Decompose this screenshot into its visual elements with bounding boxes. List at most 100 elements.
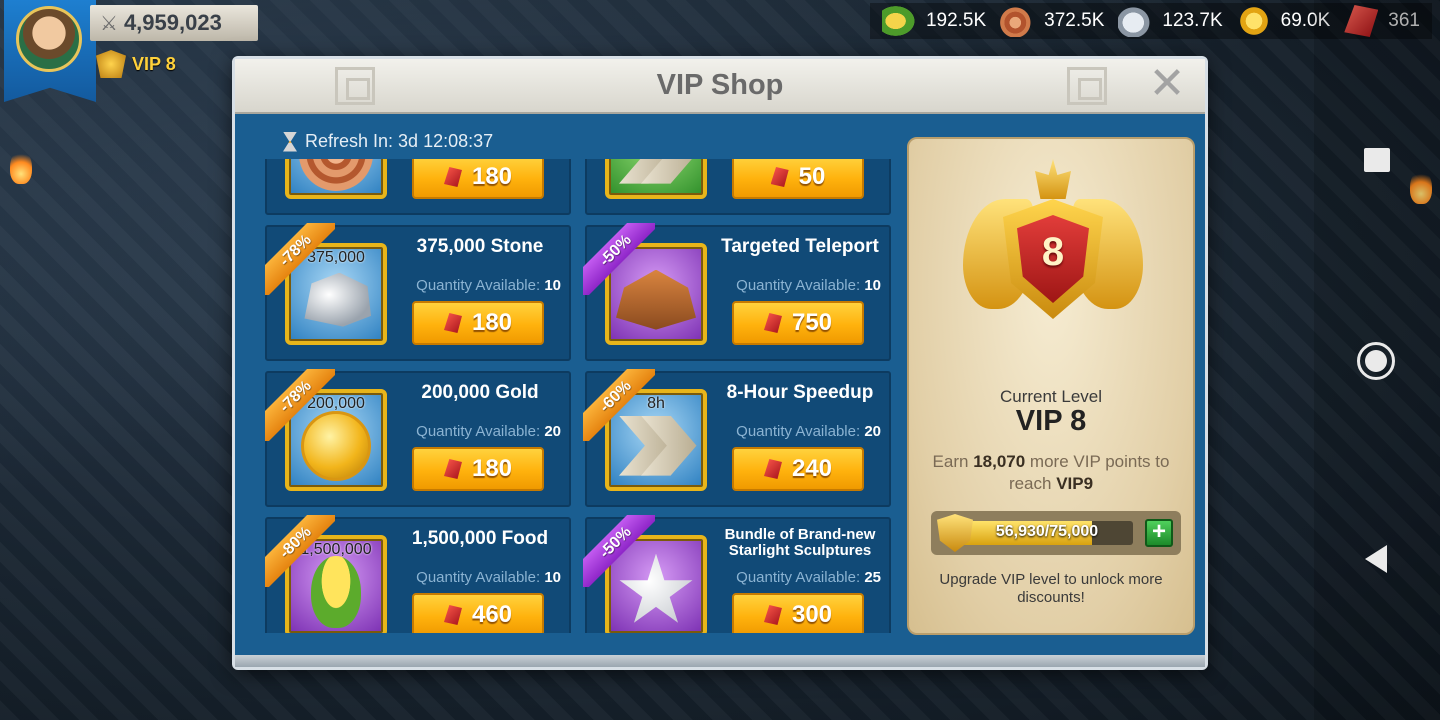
item-price: 180: [471, 163, 513, 190]
buy-button[interactable]: 240: [732, 447, 864, 491]
buy-button[interactable]: 180: [412, 159, 544, 199]
resource-stone[interactable]: 123.7K: [1118, 5, 1223, 37]
item-availability: Quantity Available: 25: [717, 569, 881, 586]
recent-apps-button[interactable]: [1364, 148, 1390, 172]
discount-label: -60%: [583, 369, 655, 441]
vip-progress: 56,930/75,000 +: [931, 511, 1181, 555]
gem-icon: [443, 459, 462, 479]
shop-item-card: 180: [265, 159, 571, 215]
sword-icon: ⚔: [100, 12, 118, 35]
vip-badge[interactable]: VIP 8: [96, 50, 176, 78]
earn-points: 18,070: [973, 452, 1026, 471]
resource-value: 123.7K: [1162, 10, 1223, 31]
vip-upgrade-hint: Upgrade VIP level to unlock more discoun…: [939, 571, 1163, 606]
gem-icon: [763, 313, 782, 333]
refresh-timer: Refresh In: 3d 12:08:37: [283, 131, 493, 152]
item-availability: Quantity Available: 10: [397, 277, 561, 294]
item-price: 460: [471, 601, 513, 628]
vip-progress-bar: 56,930/75,000: [961, 521, 1133, 545]
discount-ribbon: -78%: [265, 369, 335, 441]
vip-shield-icon: [96, 50, 126, 78]
discount-ribbon: -78%: [265, 223, 335, 295]
current-level-label: Current Level: [999, 387, 1103, 406]
shop-item-card: 50: [585, 159, 891, 215]
discount-ribbon: -50%: [583, 223, 655, 295]
shop-item-card: 375,000 -78% 375,000 Stone Quantity Availab…: [265, 223, 571, 361]
torch-fire: [10, 150, 32, 184]
power-value: 4,959,023: [123, 10, 222, 35]
crown-icon: [1035, 159, 1071, 199]
item-thumbnail[interactable]: [285, 159, 387, 199]
item-name: Bundle of Brand-new Starlight Sculptures: [724, 526, 876, 559]
item-availability: Quantity Available: 20: [397, 423, 561, 440]
buy-button[interactable]: 750: [732, 301, 864, 345]
hourglass-icon: [283, 131, 297, 152]
avatar[interactable]: [16, 6, 82, 72]
discount-label: -50%: [583, 223, 655, 295]
shop-item-list[interactable]: 180 50 375,000 -78% 375,000 Stone Quantity Av…: [265, 159, 891, 633]
availability-count: 20: [864, 423, 881, 440]
gem-icon: [443, 605, 462, 625]
vip-panel: 8 Current Level VIP 8 Earn 18,070 more V…: [907, 137, 1195, 635]
earn-prefix: Earn: [932, 452, 969, 471]
gem-icon: [443, 167, 462, 187]
resource-food[interactable]: 192.5K: [881, 5, 987, 37]
buy-button[interactable]: 180: [412, 447, 544, 491]
dialog-title: VIP Shop: [656, 69, 784, 101]
item-availability: Quantity Available: 20: [717, 423, 881, 440]
item-price: 300: [791, 601, 833, 628]
vip-points-icon: [937, 514, 973, 552]
refresh-label: Refresh In: 3d 12:08:37: [305, 131, 494, 151]
wood-icon: [1000, 5, 1035, 37]
dialog-header: VIP Shop ✕: [235, 59, 1205, 114]
buy-button[interactable]: 460: [412, 593, 544, 633]
corn-icon: [881, 5, 916, 37]
availability-label: Quantity Available:: [416, 423, 541, 440]
close-icon[interactable]: ✕: [1147, 62, 1187, 106]
back-button[interactable]: [1365, 545, 1387, 573]
availability-label: Quantity Available:: [416, 277, 541, 294]
item-name: 1,500,000 Food: [411, 528, 549, 549]
vip-badge-label: VIP 8: [132, 53, 176, 74]
discount-ribbon: -80%: [265, 515, 335, 587]
gem-icon: [443, 313, 462, 333]
item-name: 375,000 Stone: [416, 236, 544, 257]
shop-item-card: 1,500,000 -80% 1,500,000 Food Quantity Avai…: [265, 515, 571, 633]
availability-label: Quantity Available:: [736, 277, 861, 294]
discount-ribbon: -60%: [583, 369, 655, 441]
availability-label: Quantity Available:: [736, 423, 861, 440]
shop-item-card: -50% Bundle of Brand-new Starlight Sculpt…: [583, 515, 891, 633]
availability-label: Quantity Available:: [416, 569, 541, 586]
gem-icon: [770, 167, 789, 187]
item-price: 180: [471, 309, 513, 336]
resource-value: 192.5K: [925, 10, 987, 31]
item-price: 180: [471, 455, 513, 482]
item-thumbnail[interactable]: [605, 159, 707, 199]
stone-icon: [1118, 5, 1153, 37]
availability-count: 10: [544, 277, 561, 294]
buy-button[interactable]: 50: [732, 159, 864, 199]
vip-progress-text: 56,930/75,000: [995, 523, 1099, 540]
availability-count: 10: [544, 569, 561, 586]
availability-count: 10: [864, 277, 881, 294]
availability-count: 25: [864, 569, 881, 586]
item-name: 8-Hour Speedup: [726, 382, 874, 403]
vip-emblem: 8: [963, 159, 1143, 369]
item-price: 50: [798, 163, 826, 190]
earn-target: VIP9: [1056, 474, 1094, 493]
availability-count: 20: [544, 423, 561, 440]
resource-wood[interactable]: 372.5K: [1000, 5, 1104, 37]
gem-icon: [763, 459, 782, 479]
item-price: 750: [791, 309, 833, 336]
gold-icon: [1236, 5, 1271, 37]
add-vip-points-button[interactable]: +: [1145, 519, 1173, 547]
item-name: 200,000 Gold: [421, 382, 539, 403]
power-display: ⚔ 4,959,023: [90, 5, 258, 41]
buy-button[interactable]: 300: [732, 593, 864, 633]
discount-label: -50%: [583, 515, 655, 587]
home-button[interactable]: [1357, 342, 1395, 380]
buy-button[interactable]: 180: [412, 301, 544, 345]
vip-earn-text: Earn 18,070 more VIP points to reach VIP…: [923, 451, 1179, 495]
wood-icon: [299, 159, 373, 191]
gem-icon: [763, 605, 782, 625]
